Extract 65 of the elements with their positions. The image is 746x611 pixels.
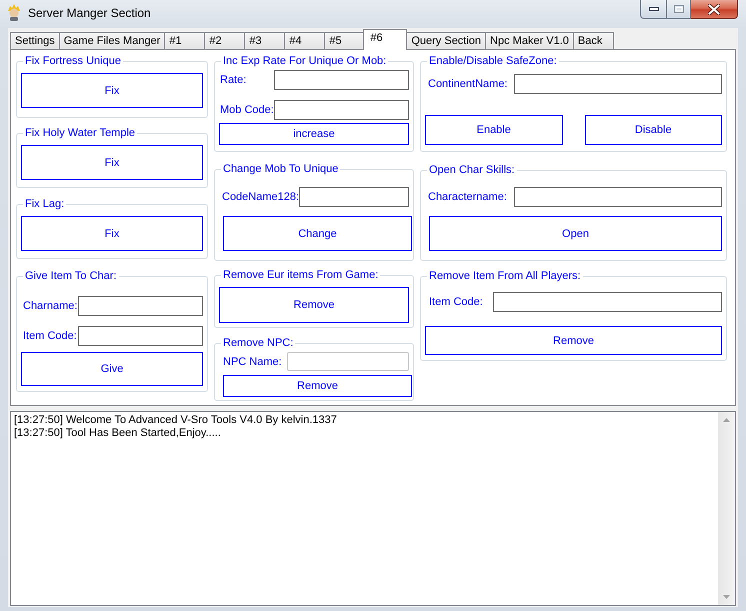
window-title: Server Manger Section: [28, 6, 151, 21]
action-button[interactable]: Remove: [219, 287, 409, 323]
minimize-button[interactable]: [640, 0, 666, 19]
input-field[interactable]: [78, 326, 203, 346]
input-field[interactable]: [274, 100, 409, 120]
action-button[interactable]: Remove: [425, 326, 722, 355]
close-icon: [708, 4, 720, 14]
up-arrow-icon: [723, 418, 730, 422]
tab[interactable]: Back: [572, 32, 614, 49]
action-button[interactable]: Enable: [425, 115, 562, 145]
close-button[interactable]: [691, 0, 738, 19]
group-title: Fix Fortress Unique: [24, 54, 122, 68]
app-icon: [7, 4, 21, 21]
group-title: Remove Eur items From Game:: [222, 268, 380, 282]
input-field[interactable]: [299, 187, 409, 207]
group-title: Inc Exp Rate For Unique Or Mob:: [222, 54, 388, 68]
field-label: Rate:: [219, 74, 248, 86]
action-button[interactable]: Fix: [21, 145, 203, 180]
group-title: Enable/Disable SafeZone:: [428, 54, 558, 68]
input-field[interactable]: [287, 352, 409, 371]
tab[interactable]: #3: [244, 32, 286, 49]
maximize-button[interactable]: [666, 0, 691, 19]
group-title: Remove NPC:: [222, 336, 294, 350]
action-button[interactable]: Disable: [584, 115, 722, 145]
tab[interactable]: #1: [164, 32, 206, 49]
action-button[interactable]: Change: [223, 216, 412, 251]
log-line: [13:27:50] Welcome To Advanced V-Sro Tools V4.0 By kelvin.1337: [14, 414, 338, 427]
group-title: Open Char Skills:: [428, 163, 516, 177]
scrollbar[interactable]: [718, 412, 735, 605]
field-label: ContinentName:: [427, 78, 508, 90]
minimize-icon: [648, 7, 658, 11]
action-button[interactable]: Fix: [21, 216, 203, 251]
field-label: Mob Code:: [219, 104, 274, 116]
field-label: Charname:: [22, 300, 78, 312]
field-label: Charactername:: [427, 191, 508, 203]
action-button[interactable]: Open: [429, 216, 722, 251]
field-label: CodeName128:: [221, 191, 300, 203]
tab[interactable]: #6: [363, 29, 408, 50]
tab[interactable]: Game Files Manger: [58, 32, 166, 49]
input-field[interactable]: [78, 296, 203, 316]
group-title: Change Mob To Unique: [222, 162, 340, 176]
input-field[interactable]: [514, 74, 722, 94]
tab[interactable]: #2: [204, 32, 246, 49]
group-title: Fix Lag:: [24, 197, 66, 211]
tab[interactable]: Settings: [10, 32, 60, 49]
tab[interactable]: Query Section: [406, 32, 486, 49]
group-title: Give Item To Char:: [24, 269, 118, 283]
input-field[interactable]: [514, 187, 722, 207]
log-line: [13:27:50] Tool Has Been Started,Enjoy.....: [14, 427, 222, 440]
field-label: Item Code:: [428, 296, 484, 308]
maximize-icon: [674, 5, 684, 13]
tab[interactable]: #4: [284, 32, 326, 49]
tab[interactable]: #5: [324, 32, 366, 49]
action-button[interactable]: increase: [219, 123, 409, 145]
action-button[interactable]: Fix: [21, 73, 203, 108]
tab[interactable]: Npc Maker V1.0: [485, 32, 574, 49]
group-title: Remove Item From All Players:: [428, 269, 582, 283]
action-button[interactable]: Give: [21, 352, 203, 386]
action-button[interactable]: Remove: [223, 375, 412, 397]
input-field[interactable]: [493, 292, 722, 312]
group-title: Fix Holy Water Temple: [24, 126, 136, 140]
field-label: NPC Name:: [222, 356, 283, 368]
down-arrow-icon: [723, 595, 730, 599]
field-label: Item Code:: [22, 330, 78, 342]
input-field[interactable]: [274, 70, 409, 90]
